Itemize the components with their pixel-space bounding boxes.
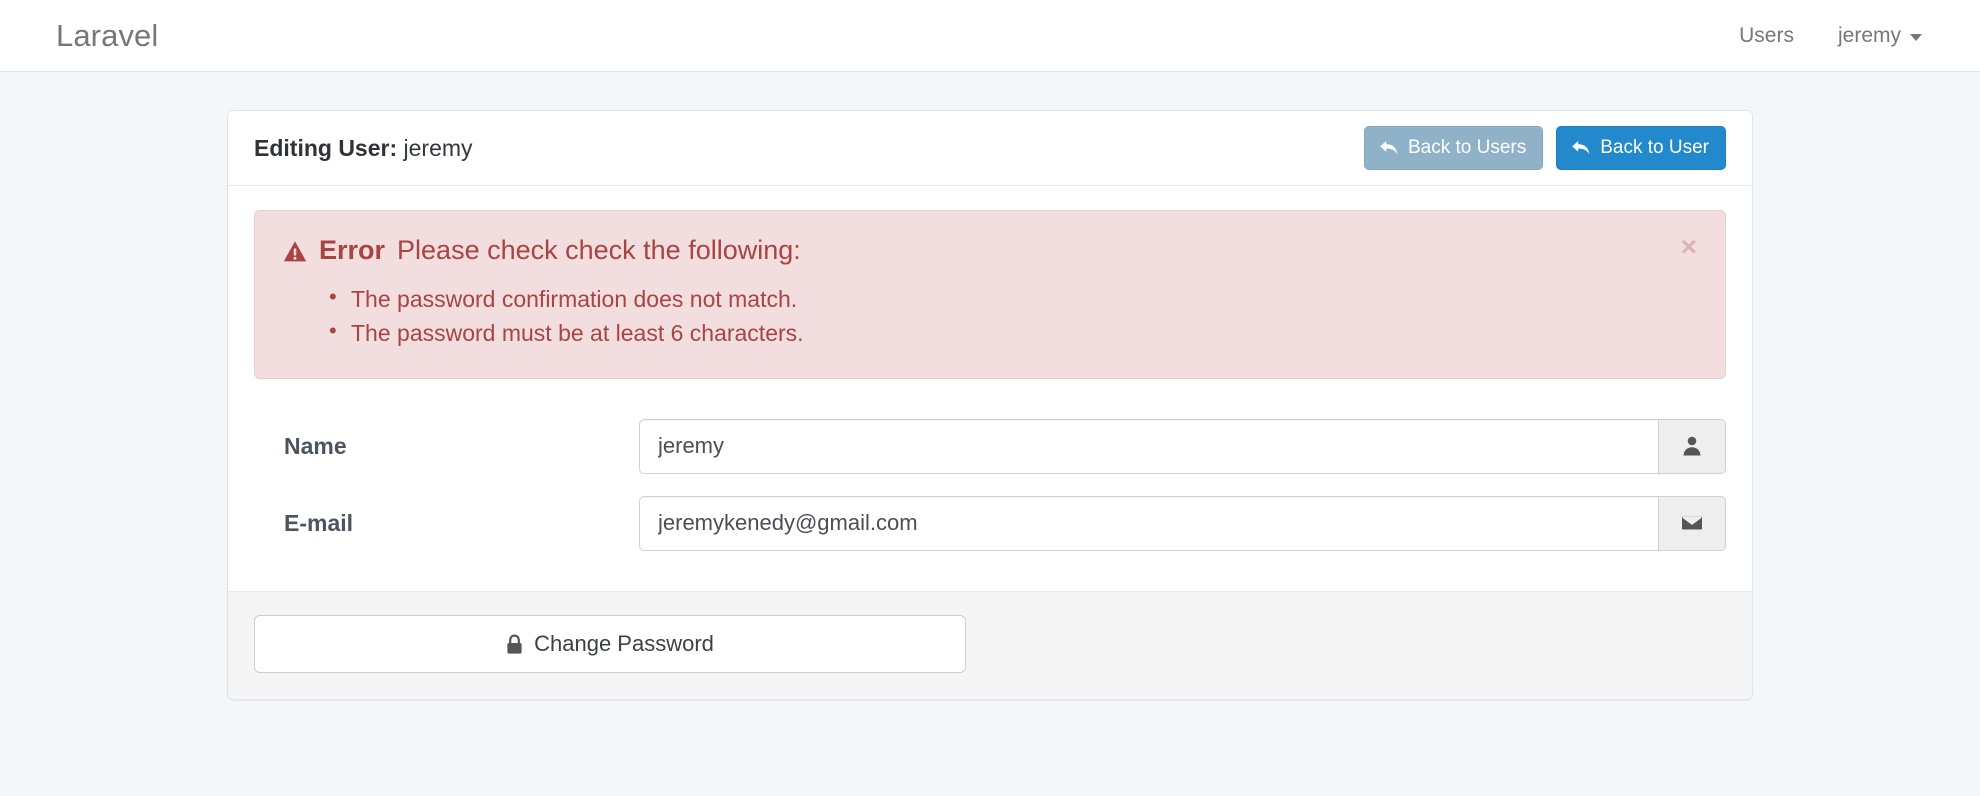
alert-message: Please check check the following: (397, 236, 801, 266)
name-input[interactable] (639, 419, 1658, 474)
user-icon (1680, 434, 1704, 458)
name-input-group (639, 419, 1726, 474)
form-group-name: Name (254, 419, 1726, 474)
name-label: Name (254, 433, 639, 460)
navbar: Laravel Users jeremy (0, 0, 1980, 72)
page-title-username: jeremy (404, 135, 473, 161)
change-password-button[interactable]: Change Password (254, 615, 966, 673)
lock-icon (506, 634, 523, 655)
list-item: The password must be at least 6 characte… (351, 316, 1697, 350)
edit-user-panel: Editing User: jeremy Back to Users (227, 110, 1753, 700)
warning-triangle-icon (283, 240, 307, 263)
page-title: Editing User: jeremy (254, 135, 473, 162)
form-group-email: E-mail (254, 496, 1726, 551)
alert-heading: Error Please check check the following: (283, 236, 1697, 266)
panel-heading: Editing User: jeremy Back to Users (228, 111, 1752, 186)
navbar-brand[interactable]: Laravel (56, 20, 158, 51)
email-input[interactable] (639, 496, 1658, 551)
nav-dropdown-user[interactable]: jeremy (1838, 24, 1922, 48)
navbar-right-links: Users jeremy (1739, 24, 1922, 48)
back-to-user-button[interactable]: Back to User (1556, 126, 1726, 170)
back-to-users-button[interactable]: Back to Users (1364, 126, 1543, 170)
chevron-down-icon (1910, 34, 1922, 41)
envelope-icon (1680, 511, 1704, 535)
panel-heading-actions: Back to Users Back to User (1364, 126, 1726, 170)
change-password-label: Change Password (534, 631, 714, 657)
reply-arrow-icon (1571, 139, 1591, 157)
email-addon (1658, 496, 1726, 551)
reply-arrow-icon (1379, 139, 1399, 157)
back-to-users-label: Back to Users (1408, 138, 1526, 157)
nav-dropdown-user-label: jeremy (1838, 24, 1901, 48)
page-container: Editing User: jeremy Back to Users (0, 72, 1980, 700)
panel-footer: Change Password (228, 591, 1752, 699)
list-item: The password confirmation does not match… (351, 282, 1697, 316)
nav-link-users[interactable]: Users (1739, 24, 1794, 48)
back-to-user-label: Back to User (1600, 138, 1709, 157)
page-title-strong: Editing User: (254, 135, 397, 161)
email-input-group (639, 496, 1726, 551)
error-alert: × Error Please check check the following… (254, 210, 1726, 379)
name-addon (1658, 419, 1726, 474)
nav-link-users-label: Users (1739, 24, 1794, 48)
alert-close-button[interactable]: × (1675, 229, 1703, 265)
alert-strong-label: Error (319, 236, 385, 266)
email-label: E-mail (254, 510, 639, 537)
alert-error-list: The password confirmation does not match… (283, 282, 1697, 350)
panel-body: × Error Please check check the following… (228, 186, 1752, 591)
